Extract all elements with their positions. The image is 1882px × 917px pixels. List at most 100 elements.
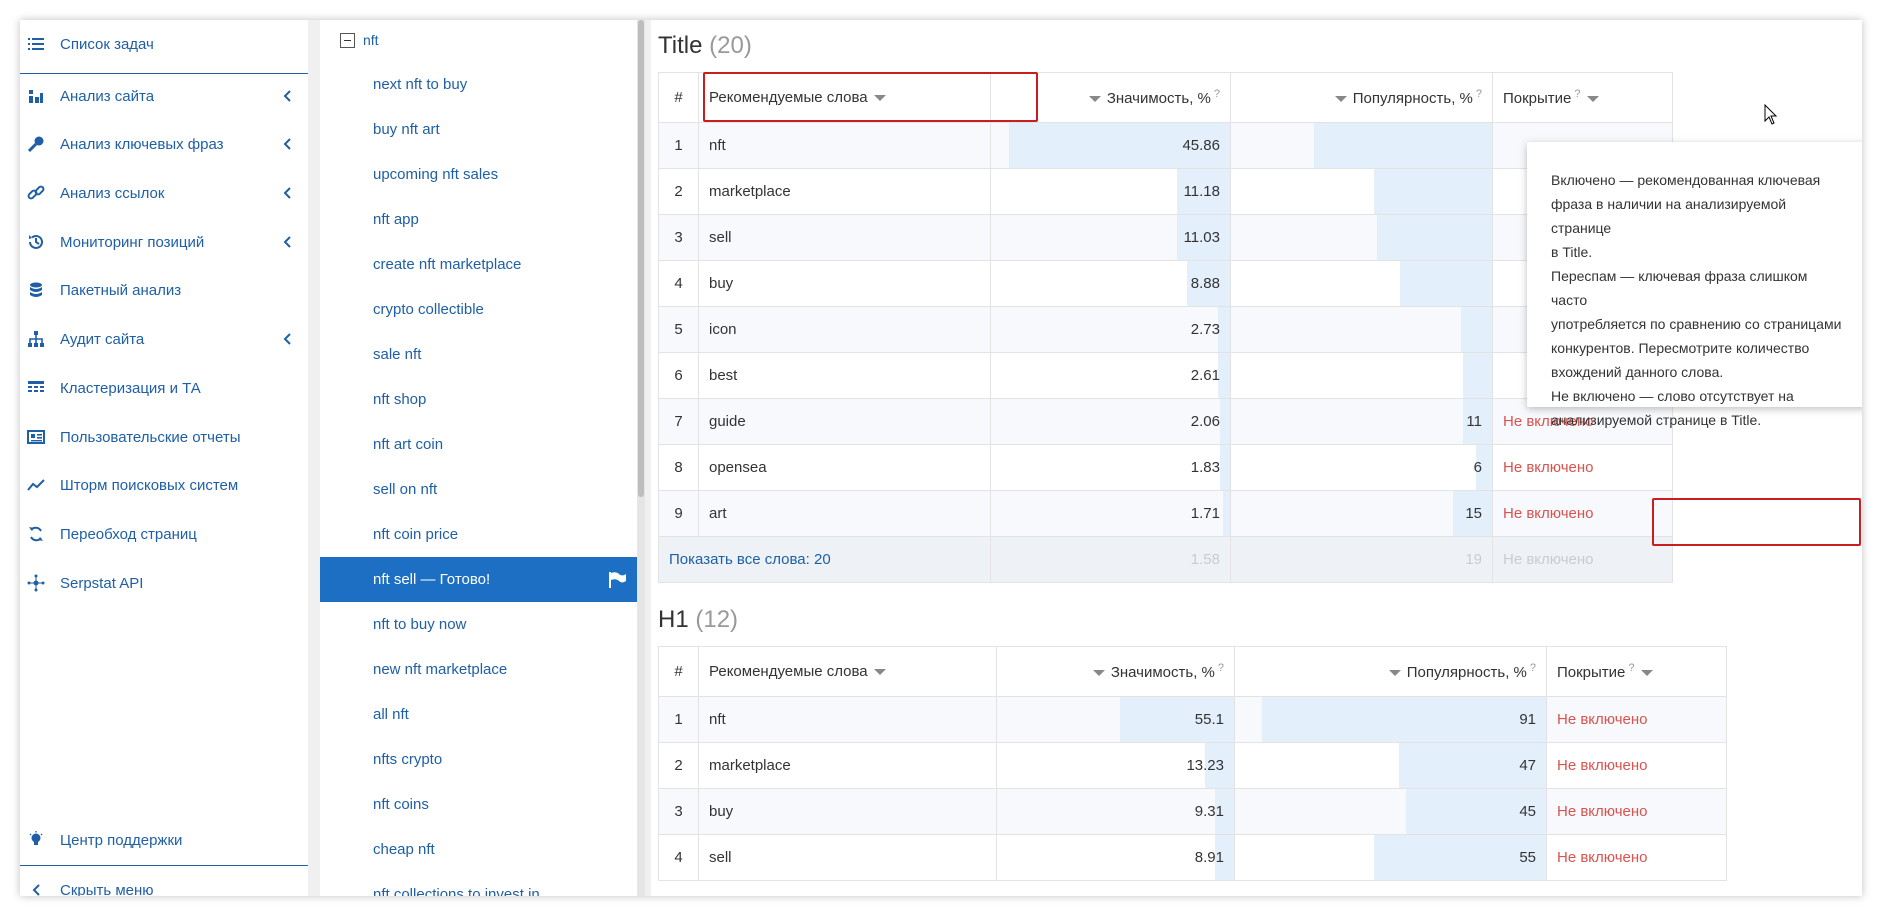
keyword-list-item[interactable]: sale nft [320,332,637,377]
sidebar-item-label: Скрыть меню [60,881,154,897]
sort-caret-icon[interactable] [1586,96,1599,103]
chevron-left-icon [280,235,294,249]
keyword-list-item[interactable]: next nft to buy [320,62,637,107]
column-header-popularity[interactable]: Популярность, %? [1230,72,1493,123]
popularity-value: 47 [1519,757,1536,774]
hide-menu-button[interactable]: Скрыть меню [20,866,308,896]
table-row: 2 marketplace 13.23 47 Не включено [658,742,1727,789]
keyword-list-item[interactable]: nft art coin [320,422,637,467]
significance-value: 45.86 [1182,137,1220,154]
sidebar-gutter [308,20,320,896]
keyword-group-label: nft [363,32,379,48]
keyword-label: create nft marketplace [373,256,522,273]
sidebar-item-site-analysis[interactable]: Анализ сайта [20,72,308,120]
keyword-list-item[interactable]: sell on nft [320,467,637,512]
keyword-list-item[interactable]: buy nft art [320,107,637,152]
sort-caret-icon[interactable] [1640,670,1653,677]
scrollbar-thumb[interactable] [638,20,644,497]
site-analysis-icon [26,86,46,106]
row-index: 4 [658,834,699,881]
table-row: 4 sell 8.91 55 Не включено [658,834,1727,881]
keyword-group[interactable]: nft [340,28,379,52]
sidebar-item-search-storm[interactable]: Шторм поисковых систем [20,461,308,509]
title-keywords-table: # Рекомендуемые слова Значимость, %? Поп… [658,72,1673,583]
table-row: 9 art 1.71 15 Не включено [658,490,1673,537]
sidebar-item-label: Список задач [60,35,154,53]
keyword-list-item[interactable]: nft collections to invest in [320,872,637,896]
significance-value: 13.23 [1186,757,1224,774]
section-title-title: Title (20) [658,32,752,60]
sidebar-item-position-monitoring[interactable]: Мониторинг позиций [20,218,308,266]
sort-caret-icon[interactable] [1388,670,1401,677]
help-icon[interactable]: ? [1574,88,1580,100]
popularity-value: 15 [1465,505,1482,522]
row-index: 3 [658,788,699,835]
chevron-left-icon [280,186,294,200]
row-significance: 2.73 [990,306,1231,353]
help-icon[interactable]: ? [1628,662,1634,674]
column-header-popularity[interactable]: Популярность, %? [1234,646,1547,697]
mouse-cursor-icon [1764,104,1778,125]
keyword-label: cheap nft [373,841,435,858]
row-coverage: Не включено [1546,742,1727,789]
sidebar-item-label: Анализ сайта [60,87,155,105]
sidebar-item-clustering[interactable]: Кластеризация и ТА [20,364,308,412]
footer-significance: 1.58 [990,536,1231,583]
keyword-list: nft next nft to buy buy nft art upcoming n… [320,20,637,896]
sort-caret-icon[interactable] [873,669,886,676]
keyword-list-item[interactable]: nft to buy now [320,602,637,647]
row-keyword: buy [698,788,997,835]
popularity-bar [1262,697,1546,742]
help-icon[interactable]: ? [1530,662,1536,674]
collapse-icon[interactable] [340,32,355,48]
keyword-list-item[interactable]: nft coins [320,782,637,827]
sidebar-item-site-audit[interactable]: Аудит сайта [20,315,308,363]
help-icon[interactable]: ? [1476,88,1482,100]
keyword-label: nft coins [373,796,429,813]
keyword-list-item[interactable]: nfts crypto [320,737,637,782]
flag-icon[interactable] [607,571,627,589]
significance-bar [1220,445,1230,490]
keyword-list-item[interactable]: nft sell — Готово! [320,557,637,602]
sidebar-item-support-center[interactable]: Центр поддержки [20,816,308,864]
sort-caret-icon[interactable] [1092,670,1105,677]
keyword-list-item[interactable]: all nft [320,692,637,737]
keyword-label: nft app [373,211,419,228]
sidebar-item-label: Шторм поисковых систем [60,476,239,494]
significance-value: 55.1 [1194,711,1224,728]
keyword-list-scrollbar[interactable] [637,20,645,896]
sidebar-item-serpstat-api[interactable]: Serpstat API [20,559,308,607]
row-significance: 9.31 [996,788,1235,835]
row-significance: 8.91 [996,834,1235,881]
help-icon[interactable]: ? [1218,662,1224,674]
sort-caret-icon[interactable] [1334,96,1347,103]
keyword-list-item[interactable]: cheap nft [320,827,637,872]
keyword-list-item[interactable]: create nft marketplace [320,242,637,287]
keyword-list-item[interactable]: nft coin price [320,512,637,557]
column-header-words[interactable]: Рекомендуемые слова [698,646,997,697]
tooltip-line: в Title. [1551,244,1593,260]
show-all-words-link[interactable]: Показать все слова: 20 [658,536,991,583]
sidebar-item-keyword-analysis[interactable]: Анализ ключевых фраз [20,120,308,168]
keyword-list-item[interactable]: nft app [320,197,637,242]
keyword-label: nft collections to invest in [373,886,540,896]
tooltip-line: Не включено — слово отсутствует на [1551,388,1794,404]
sidebar-item-recrawl[interactable]: Переобход страниц [20,510,308,558]
sidebar-item-task-list[interactable]: Список задач [20,20,308,68]
keyword-list-item[interactable]: new nft marketplace [320,647,637,692]
sort-caret-icon[interactable] [1088,96,1101,103]
sidebar-item-batch-analysis[interactable]: Пакетный анализ [20,266,308,314]
sidebar-item-link-analysis[interactable]: Анализ ссылок [20,169,308,217]
column-header-coverage[interactable]: Покрытие? [1546,646,1727,697]
column-header-significance[interactable]: Значимость, %? [996,646,1235,697]
keyword-list-item[interactable]: crypto collectible [320,287,637,332]
help-icon[interactable]: ? [1214,88,1220,100]
chevron-left-icon [26,880,46,896]
keyword-list-item[interactable]: upcoming nft sales [320,152,637,197]
keyword-label: upcoming nft sales [373,166,499,183]
keyword-list-item[interactable]: nft shop [320,377,637,422]
header-label: Популярность, % [1352,90,1473,107]
column-header-coverage[interactable]: Покрытие? [1492,72,1673,123]
sidebar-item-custom-reports[interactable]: Пользовательские отчеты [20,413,308,461]
keyword-label: sell on nft [373,481,438,498]
